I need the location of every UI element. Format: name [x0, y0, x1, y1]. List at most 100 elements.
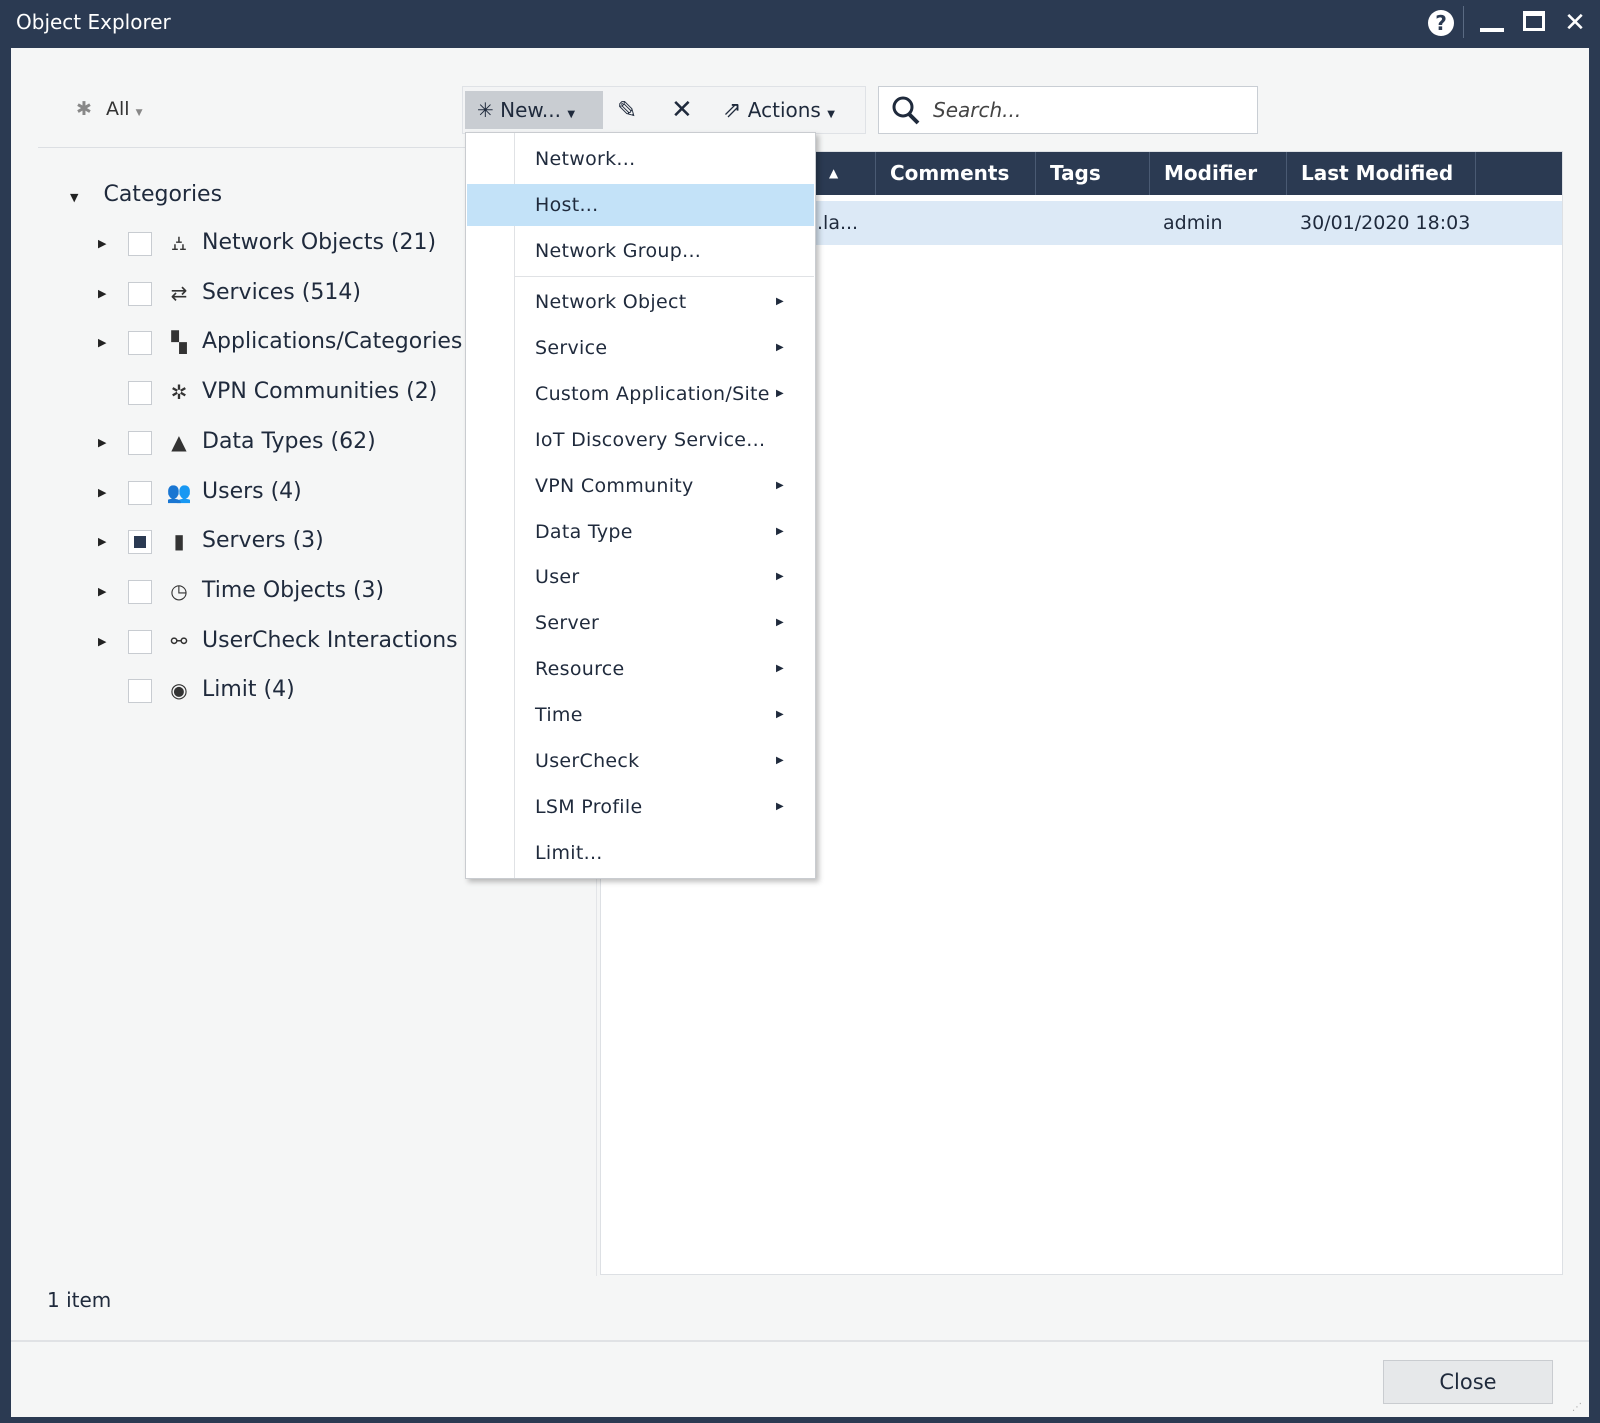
tree-item-checkbox[interactable] [128, 331, 152, 355]
menu-item[interactable]: Network... [467, 138, 814, 180]
minimize-icon [1480, 28, 1504, 32]
expand-triangle-icon[interactable]: ▶ [98, 535, 106, 548]
menu-item[interactable]: VPN Community▶ [467, 465, 814, 507]
edit-button[interactable]: ✎ [617, 91, 647, 129]
usercheck-icon: ⚯ [166, 629, 192, 653]
tree-item[interactable]: ▶👥Users (4) [96, 479, 466, 509]
sort-ascending-icon[interactable]: ▲ [829, 152, 838, 195]
close-window-button[interactable]: ✕ [1558, 6, 1592, 40]
menu-item[interactable]: User▶ [467, 556, 814, 598]
expanded-triangle-icon: ▼ [70, 191, 78, 204]
submenu-arrow-icon: ▶ [776, 786, 784, 828]
tree-item[interactable]: ▶▲Data Types (62) [96, 429, 466, 459]
tree-item[interactable]: ▶▚Applications/Categories ( [96, 329, 466, 359]
export-icon: ⇗ [723, 98, 741, 123]
tree-item-label: Time Objects (3) [202, 578, 384, 603]
tree-item-checkbox[interactable] [128, 481, 152, 505]
divider [11, 1340, 1589, 1342]
limit-icon: ◉ [166, 678, 192, 702]
new-dropdown-menu: Network... Host... Network Group... Network… [465, 132, 816, 879]
tree-item-checkbox[interactable] [128, 282, 152, 306]
menu-item[interactable]: Host... [467, 184, 814, 226]
menu-item-label: Time [535, 704, 583, 726]
tree-item-checkbox[interactable] [128, 679, 152, 703]
menu-item[interactable]: Limit... [467, 832, 814, 874]
menu-item[interactable]: Custom Application/Site ▶ [467, 373, 814, 415]
menu-item[interactable]: Resource▶ [467, 648, 814, 690]
column-modifier[interactable]: Modifier [1149, 152, 1286, 195]
new-label: New... [500, 98, 561, 122]
resize-grip-icon[interactable]: ⋰ [1572, 1402, 1582, 1413]
tree-item[interactable]: ▶▮Servers (3) [96, 528, 466, 558]
delete-button[interactable]: ✕ [671, 91, 701, 129]
close-button[interactable]: Close [1383, 1360, 1553, 1404]
expand-triangle-icon[interactable]: ▶ [98, 585, 106, 598]
network-icon: ⛼ [166, 231, 192, 258]
search-icon [891, 95, 921, 125]
tree-item-checkbox[interactable] [128, 431, 152, 455]
expand-triangle-icon[interactable]: ▶ [98, 486, 106, 499]
submenu-arrow-icon: ▶ [776, 602, 784, 644]
menu-item[interactable]: IoT Discovery Service... [467, 419, 814, 461]
tree-item[interactable]: ▶⇄Services (514) [96, 280, 466, 310]
menu-item[interactable]: Time ▶ [467, 694, 814, 736]
x-icon: ✕ [671, 95, 693, 125]
submenu-arrow-icon: ▶ [776, 281, 784, 323]
expand-triangle-icon[interactable]: ▶ [98, 436, 106, 449]
column-comments[interactable]: Comments [875, 152, 1035, 195]
submenu-arrow-icon: ▶ [776, 694, 784, 736]
menu-item[interactable]: LSM Profile▶ [467, 786, 814, 828]
tree-item[interactable]: ▶ ◷ Time Objects (3) [96, 578, 466, 608]
menu-item[interactable]: Network Group... [467, 230, 814, 272]
expand-triangle-icon[interactable]: ▶ [98, 635, 106, 648]
tree-root-label: Categories [103, 182, 222, 207]
help-button[interactable]: ? [1424, 6, 1458, 40]
tree-item[interactable]: ▶⛼Network Objects (21) [96, 230, 466, 260]
submenu-arrow-icon: ▶ [776, 373, 784, 415]
toolbar: ✳ New... ▼ ✎ ✕ ⇗ Actions ▼ [462, 86, 866, 134]
chevron-down-icon: ▼ [136, 108, 143, 118]
users-icon: 👥 [166, 480, 192, 504]
menu-item-label: Custom Application/Site [535, 383, 770, 405]
tree-item-checkbox[interactable] [128, 381, 152, 405]
expand-triangle-icon[interactable]: ▶ [98, 237, 106, 250]
actions-button[interactable]: ⇗ Actions ▼ [723, 91, 863, 129]
divider [1463, 6, 1464, 38]
minimize-button[interactable] [1474, 6, 1508, 40]
maximize-button[interactable] [1518, 6, 1552, 40]
services-icon: ⇄ [166, 281, 192, 305]
tree-item-checkbox[interactable] [128, 580, 152, 604]
new-button[interactable]: ✳ New... ▼ [465, 91, 603, 129]
tree-item-checkbox[interactable] [128, 232, 152, 256]
column-empty [1475, 152, 1562, 195]
menu-item-label: Limit... [535, 842, 603, 864]
column-tags[interactable]: Tags [1035, 152, 1149, 195]
menu-item-label: Network Object [535, 291, 686, 313]
tree-item-checkbox[interactable] [128, 630, 152, 654]
clock-icon: ◷ [166, 579, 192, 603]
menu-separator [514, 276, 814, 277]
maximize-icon [1523, 11, 1545, 31]
menu-item-label: VPN Community [535, 475, 694, 497]
filter-dropdown[interactable]: ✱ All ▼ [76, 98, 143, 120]
tree-item-checkbox[interactable] [128, 530, 152, 554]
menu-item[interactable]: Server▶ [467, 602, 814, 644]
tree-root-categories[interactable]: ▼ Categories [70, 182, 222, 207]
vpn-icon: ✲ [166, 380, 192, 404]
search-input[interactable]: Search... [878, 86, 1258, 134]
column-last-modified[interactable]: Last Modified [1286, 152, 1475, 195]
tree-item[interactable]: ◉Limit (4) [96, 677, 466, 707]
menu-item[interactable]: UserCheck▶ [467, 740, 814, 782]
question-circle-icon: ? [1427, 9, 1455, 37]
menu-item-label: Host... [535, 194, 598, 216]
menu-item[interactable]: Network Object ▶ [467, 281, 814, 323]
tree-item[interactable]: ▶⚯UserCheck Interactions (1: [96, 628, 466, 658]
cell-name: .la... [817, 201, 858, 245]
window-title: Object Explorer [16, 10, 171, 34]
expand-triangle-icon[interactable]: ▶ [98, 287, 106, 300]
menu-item[interactable]: Data Type▶ [467, 511, 814, 553]
tree-item[interactable]: ✲VPN Communities (2) [96, 379, 466, 409]
expand-triangle-icon[interactable]: ▶ [98, 336, 106, 349]
menu-item[interactable]: Service▶ [467, 327, 814, 369]
pencil-icon: ✎ [617, 96, 637, 124]
